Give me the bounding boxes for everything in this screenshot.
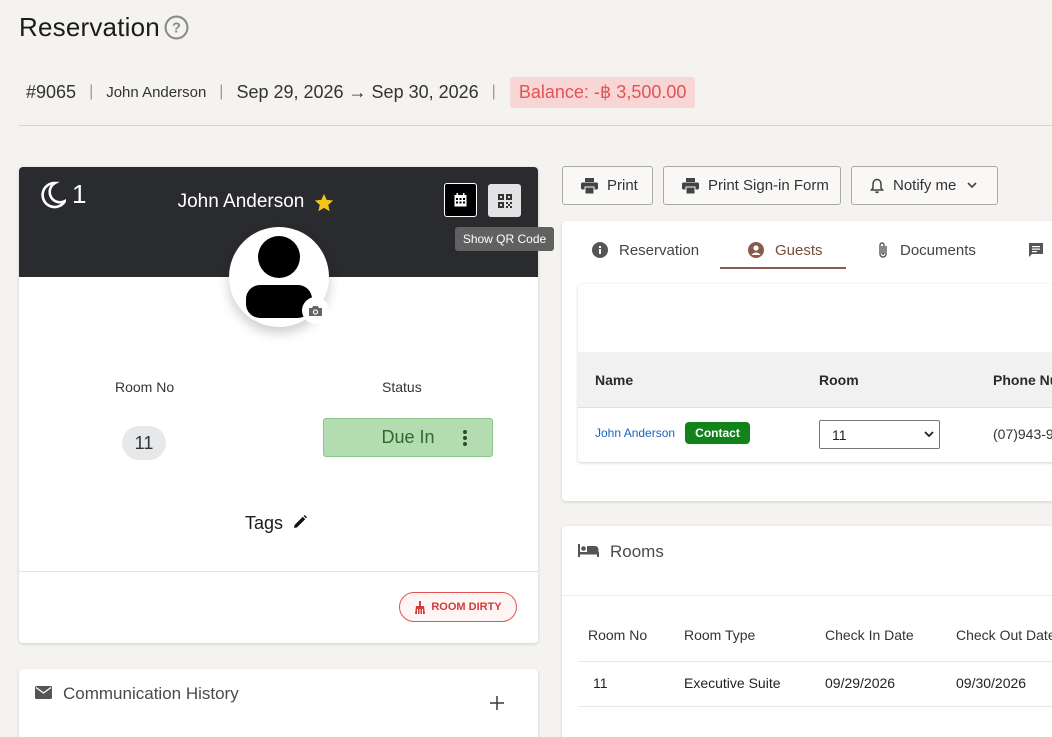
qr-code-icon xyxy=(497,193,512,208)
guest-name: John Anderson xyxy=(177,191,305,212)
room-dirty-label: ROOM DIRTY xyxy=(431,601,502,613)
help-icon[interactable]: ? xyxy=(164,15,189,40)
tab-label: Reservation xyxy=(619,241,700,259)
summary-guest-name: John Anderson xyxy=(106,83,207,101)
chevron-down-icon xyxy=(967,182,977,189)
table-divider xyxy=(578,706,1052,707)
more-vertical-icon[interactable] xyxy=(462,429,468,447)
guest-room-select[interactable]: 11 xyxy=(819,420,940,449)
communication-history-card: Communication History xyxy=(19,669,538,737)
printer-icon xyxy=(581,177,598,194)
status-label: Status xyxy=(382,379,422,395)
page-title: Reservation xyxy=(19,12,160,42)
room-dirty-button[interactable]: ROOM DIRTY xyxy=(399,592,517,622)
change-photo-button[interactable] xyxy=(302,297,329,324)
tab-label: Guests xyxy=(775,241,823,259)
account-icon xyxy=(748,242,764,258)
column-header-room-no: Room No xyxy=(588,627,648,643)
status-text: Due In xyxy=(381,427,435,447)
rooms-card: Rooms Room No Room Type Check In Date Ch… xyxy=(562,526,1052,737)
info-icon xyxy=(592,242,608,258)
reservation-summary: #9065 | John Anderson | Sep 29, 2026 → S… xyxy=(26,76,696,108)
balance-badge: Balance: -฿ 3,500.00 xyxy=(509,76,696,108)
reservation-tabs-card: Reservation Guests Documents Name Room P… xyxy=(562,221,1052,501)
pencil-icon[interactable] xyxy=(293,515,307,529)
room-no-label: Room No xyxy=(115,379,175,395)
room-number-chip: 11 xyxy=(122,426,166,460)
show-qr-code-button[interactable] xyxy=(488,184,521,217)
communication-history-title: Communication History xyxy=(63,684,239,703)
separator: | xyxy=(491,83,496,100)
tab-reservation[interactable]: Reservation xyxy=(592,231,699,269)
calendar-button[interactable] xyxy=(444,183,477,217)
camera-icon xyxy=(309,305,322,316)
rooms-divider xyxy=(562,595,1052,596)
bed-icon xyxy=(578,544,599,557)
table-divider xyxy=(578,661,1052,662)
bell-icon xyxy=(870,178,884,193)
notify-me-label: Notify me xyxy=(893,177,957,194)
guest-name-link[interactable]: John Anderson xyxy=(595,426,675,440)
contact-badge: Contact xyxy=(685,422,750,444)
column-header-room: Room xyxy=(819,372,859,388)
qr-code-tooltip: Show QR Code xyxy=(455,227,554,251)
tab-notes[interactable] xyxy=(1028,231,1044,269)
svg-text:?: ? xyxy=(172,21,181,37)
plus-icon[interactable] xyxy=(489,695,505,711)
check-in-cell: 09/29/2026 xyxy=(825,675,896,691)
print-label: Print xyxy=(607,177,638,194)
star-icon xyxy=(314,193,334,212)
column-header-room-type: Room Type xyxy=(684,627,756,643)
guests-table-header: Name Room Phone Nu xyxy=(578,352,1052,408)
column-header-check-out: Check Out Date xyxy=(956,627,1052,643)
tags-label: Tags xyxy=(245,513,284,533)
guests-table-panel: Name Room Phone Nu John Anderson Contact… xyxy=(578,284,1052,462)
paperclip-icon xyxy=(879,242,887,258)
print-button[interactable]: Print xyxy=(562,166,653,205)
notify-me-button[interactable]: Notify me xyxy=(851,166,998,205)
chevron-down-icon xyxy=(924,431,934,438)
column-header-phone: Phone Nu xyxy=(993,372,1052,388)
print-sign-in-form-button[interactable]: Print Sign-in Form xyxy=(663,166,841,205)
separator: | xyxy=(89,83,94,100)
column-header-check-in: Check In Date xyxy=(825,627,914,643)
reservation-id: #9065 xyxy=(26,81,77,102)
column-header-name: Name xyxy=(595,372,634,388)
notes-icon xyxy=(1029,243,1043,257)
tab-documents[interactable]: Documents xyxy=(877,231,976,269)
tab-guests[interactable]: Guests xyxy=(748,231,823,269)
room-no-cell: 11 xyxy=(593,675,608,691)
printer-icon xyxy=(682,177,699,194)
room-select-value: 11 xyxy=(832,426,847,443)
active-tab-indicator xyxy=(720,267,846,269)
guest-phone: (07)943-9 xyxy=(993,426,1052,442)
print-sign-in-form-label: Print Sign-in Form xyxy=(708,177,829,194)
separator: | xyxy=(219,83,224,100)
rooms-title: Rooms xyxy=(610,542,664,561)
check-out-cell: 09/30/2026 xyxy=(956,675,1027,691)
broom-icon xyxy=(415,600,426,614)
room-type-cell: Executive Suite xyxy=(684,675,781,691)
envelope-icon xyxy=(35,686,52,699)
header-divider xyxy=(19,125,1052,126)
tab-label: Documents xyxy=(900,241,976,259)
calendar-icon xyxy=(454,193,467,207)
card-divider xyxy=(19,571,538,572)
reservation-dates: Sep 29, 2026 → Sep 30, 2026 xyxy=(236,81,479,102)
